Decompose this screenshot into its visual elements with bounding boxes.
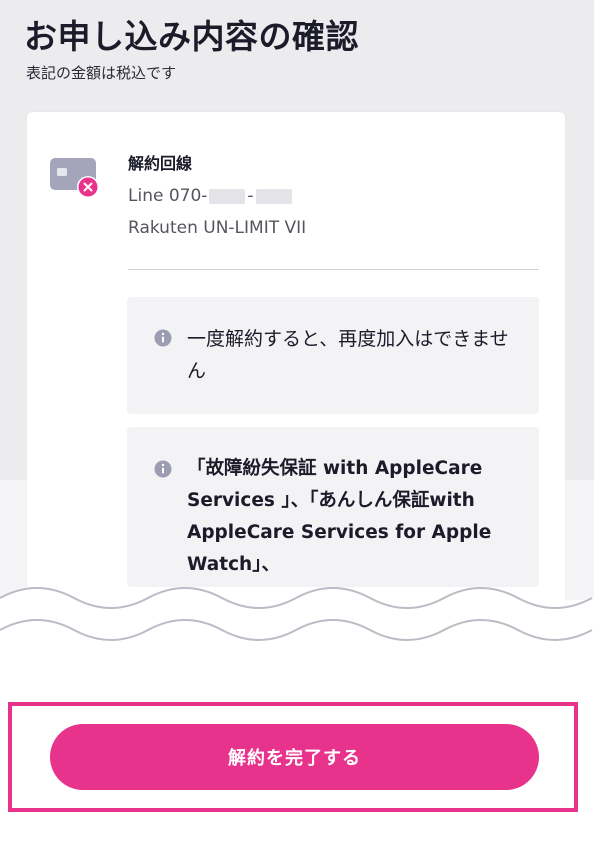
info-icon [154, 460, 172, 478]
line-number-separator: - [247, 186, 254, 206]
notice-applecare: 「故障紛失保証 with AppleCare Services 」、「あんしん保… [127, 427, 539, 587]
notice-text: 「故障紛失保証 with AppleCare Services 」、「あんしん保… [187, 458, 492, 575]
sim-card-remove-icon [50, 158, 99, 198]
notice-no-rejoin: 一度解約すると、再度加入はできません [127, 297, 539, 414]
line-number: Line 070- - [128, 186, 294, 206]
masked-digits [255, 188, 292, 204]
omission-wave [0, 587, 594, 658]
complete-cancellation-button[interactable]: 解約を完了する [50, 724, 539, 790]
page-title: お申し込み内容の確認 [24, 17, 359, 56]
tax-note: 表記の金額は税込です [26, 64, 177, 82]
plan-name: Rakuten UN-LIMIT VII [128, 218, 307, 238]
line-number-prefix: Line 070- [128, 186, 208, 206]
info-icon [154, 329, 172, 347]
notice-text: 一度解約すると、再度加入はできません [187, 328, 509, 382]
divider [128, 269, 539, 270]
cancel-line-heading: 解約回線 [128, 154, 193, 173]
masked-digits [209, 188, 246, 204]
